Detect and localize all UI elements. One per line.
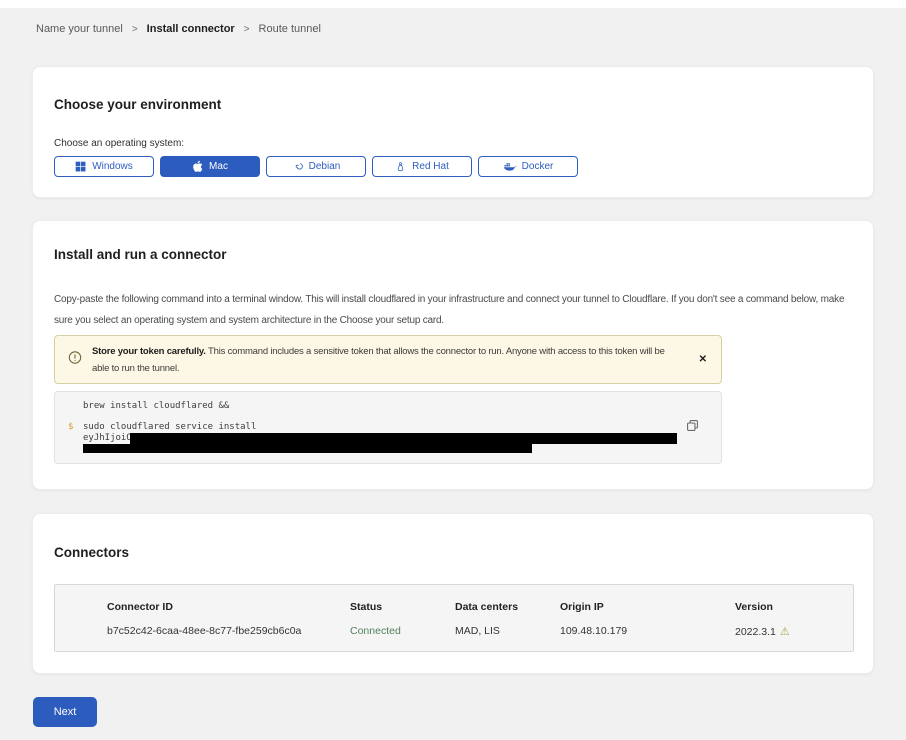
connector-status-value: Connected <box>350 625 401 637</box>
redacted-token-bar <box>130 433 677 444</box>
os-button-label: Docker <box>522 161 554 172</box>
os-button-label: Mac <box>209 161 228 172</box>
connectors-table: Connector ID Status Data centers Origin … <box>54 584 854 652</box>
os-button-mac[interactable]: Mac <box>160 156 260 177</box>
code-line-brew: brew install cloudflared && <box>83 401 229 411</box>
close-icon[interactable]: ✕ <box>699 355 707 365</box>
breadcrumb-step-route-tunnel[interactable]: Route tunnel <box>259 23 321 35</box>
version-text: 2022.3.1 <box>735 626 776 638</box>
os-button-label: Red Hat <box>412 161 449 172</box>
connector-version-value: 2022.3.1 ⚠ <box>735 625 790 638</box>
install-command-codeblock: brew install cloudflared && $ sudo cloud… <box>54 391 722 464</box>
column-header-version: Version <box>735 601 773 613</box>
card-title: Choose your environment <box>54 97 221 112</box>
next-button[interactable]: Next <box>33 697 97 727</box>
os-button-label: Debian <box>309 161 341 172</box>
apple-icon <box>192 160 203 173</box>
windows-icon <box>75 161 86 172</box>
os-button-debian[interactable]: Debian <box>266 156 366 177</box>
breadcrumb-separator: > <box>132 24 138 35</box>
column-header-status: Status <box>350 601 382 613</box>
column-header-connector-id: Connector ID <box>107 601 173 613</box>
os-button-windows[interactable]: Windows <box>54 156 154 177</box>
column-header-origin-ip: Origin IP <box>560 601 604 613</box>
install-description: Copy-paste the following command into a … <box>54 289 854 331</box>
breadcrumb-separator: > <box>244 24 250 35</box>
breadcrumb-step-install-connector[interactable]: Install connector <box>147 23 235 35</box>
os-button-docker[interactable]: Docker <box>478 156 578 177</box>
top-strip <box>0 0 906 8</box>
debian-icon <box>292 161 303 172</box>
choose-environment-card: Choose your environment Choose an operat… <box>32 66 874 198</box>
os-button-redhat[interactable]: Red Hat <box>372 156 472 177</box>
connector-origin-ip-value: 109.48.10.179 <box>560 625 627 637</box>
card-title: Install and run a connector <box>54 247 227 262</box>
connectors-card: Connectors Connector ID Status Data cent… <box>32 513 874 674</box>
install-connector-card: Install and run a connector Copy-paste t… <box>32 220 874 490</box>
copy-icon[interactable] <box>686 419 699 435</box>
version-warning-icon: ⚠ <box>780 626 790 638</box>
shell-prompt: $ <box>68 422 73 432</box>
column-header-data-centers: Data centers <box>455 601 518 613</box>
os-select-label: Choose an operating system: <box>54 138 184 149</box>
docker-icon <box>503 161 516 172</box>
breadcrumb-step-name-tunnel[interactable]: Name your tunnel <box>36 23 123 35</box>
connector-id-value: b7c52c42-6caa-48ee-8c77-fbe259cb6c0a <box>107 625 301 637</box>
redacted-token-bar <box>83 444 532 453</box>
os-button-label: Windows <box>92 161 133 172</box>
token-warning-text: Store your token carefully. This command… <box>92 343 680 377</box>
connector-data-centers-value: MAD, LIS <box>455 625 500 637</box>
breadcrumb: Name your tunnel > Install connector > R… <box>36 23 321 35</box>
redhat-icon <box>395 161 406 173</box>
alert-circle-icon <box>68 350 82 369</box>
code-line-sudo: sudo cloudflared service install <box>83 422 256 432</box>
token-prefix: eyJhIjoiO <box>83 433 132 443</box>
os-button-group: Windows Mac Debian Red Hat Docker <box>54 156 578 177</box>
token-warning-banner: Store your token carefully. This command… <box>54 335 722 384</box>
card-title: Connectors <box>54 545 129 560</box>
token-warning-bold: Store your token carefully. <box>92 346 206 357</box>
